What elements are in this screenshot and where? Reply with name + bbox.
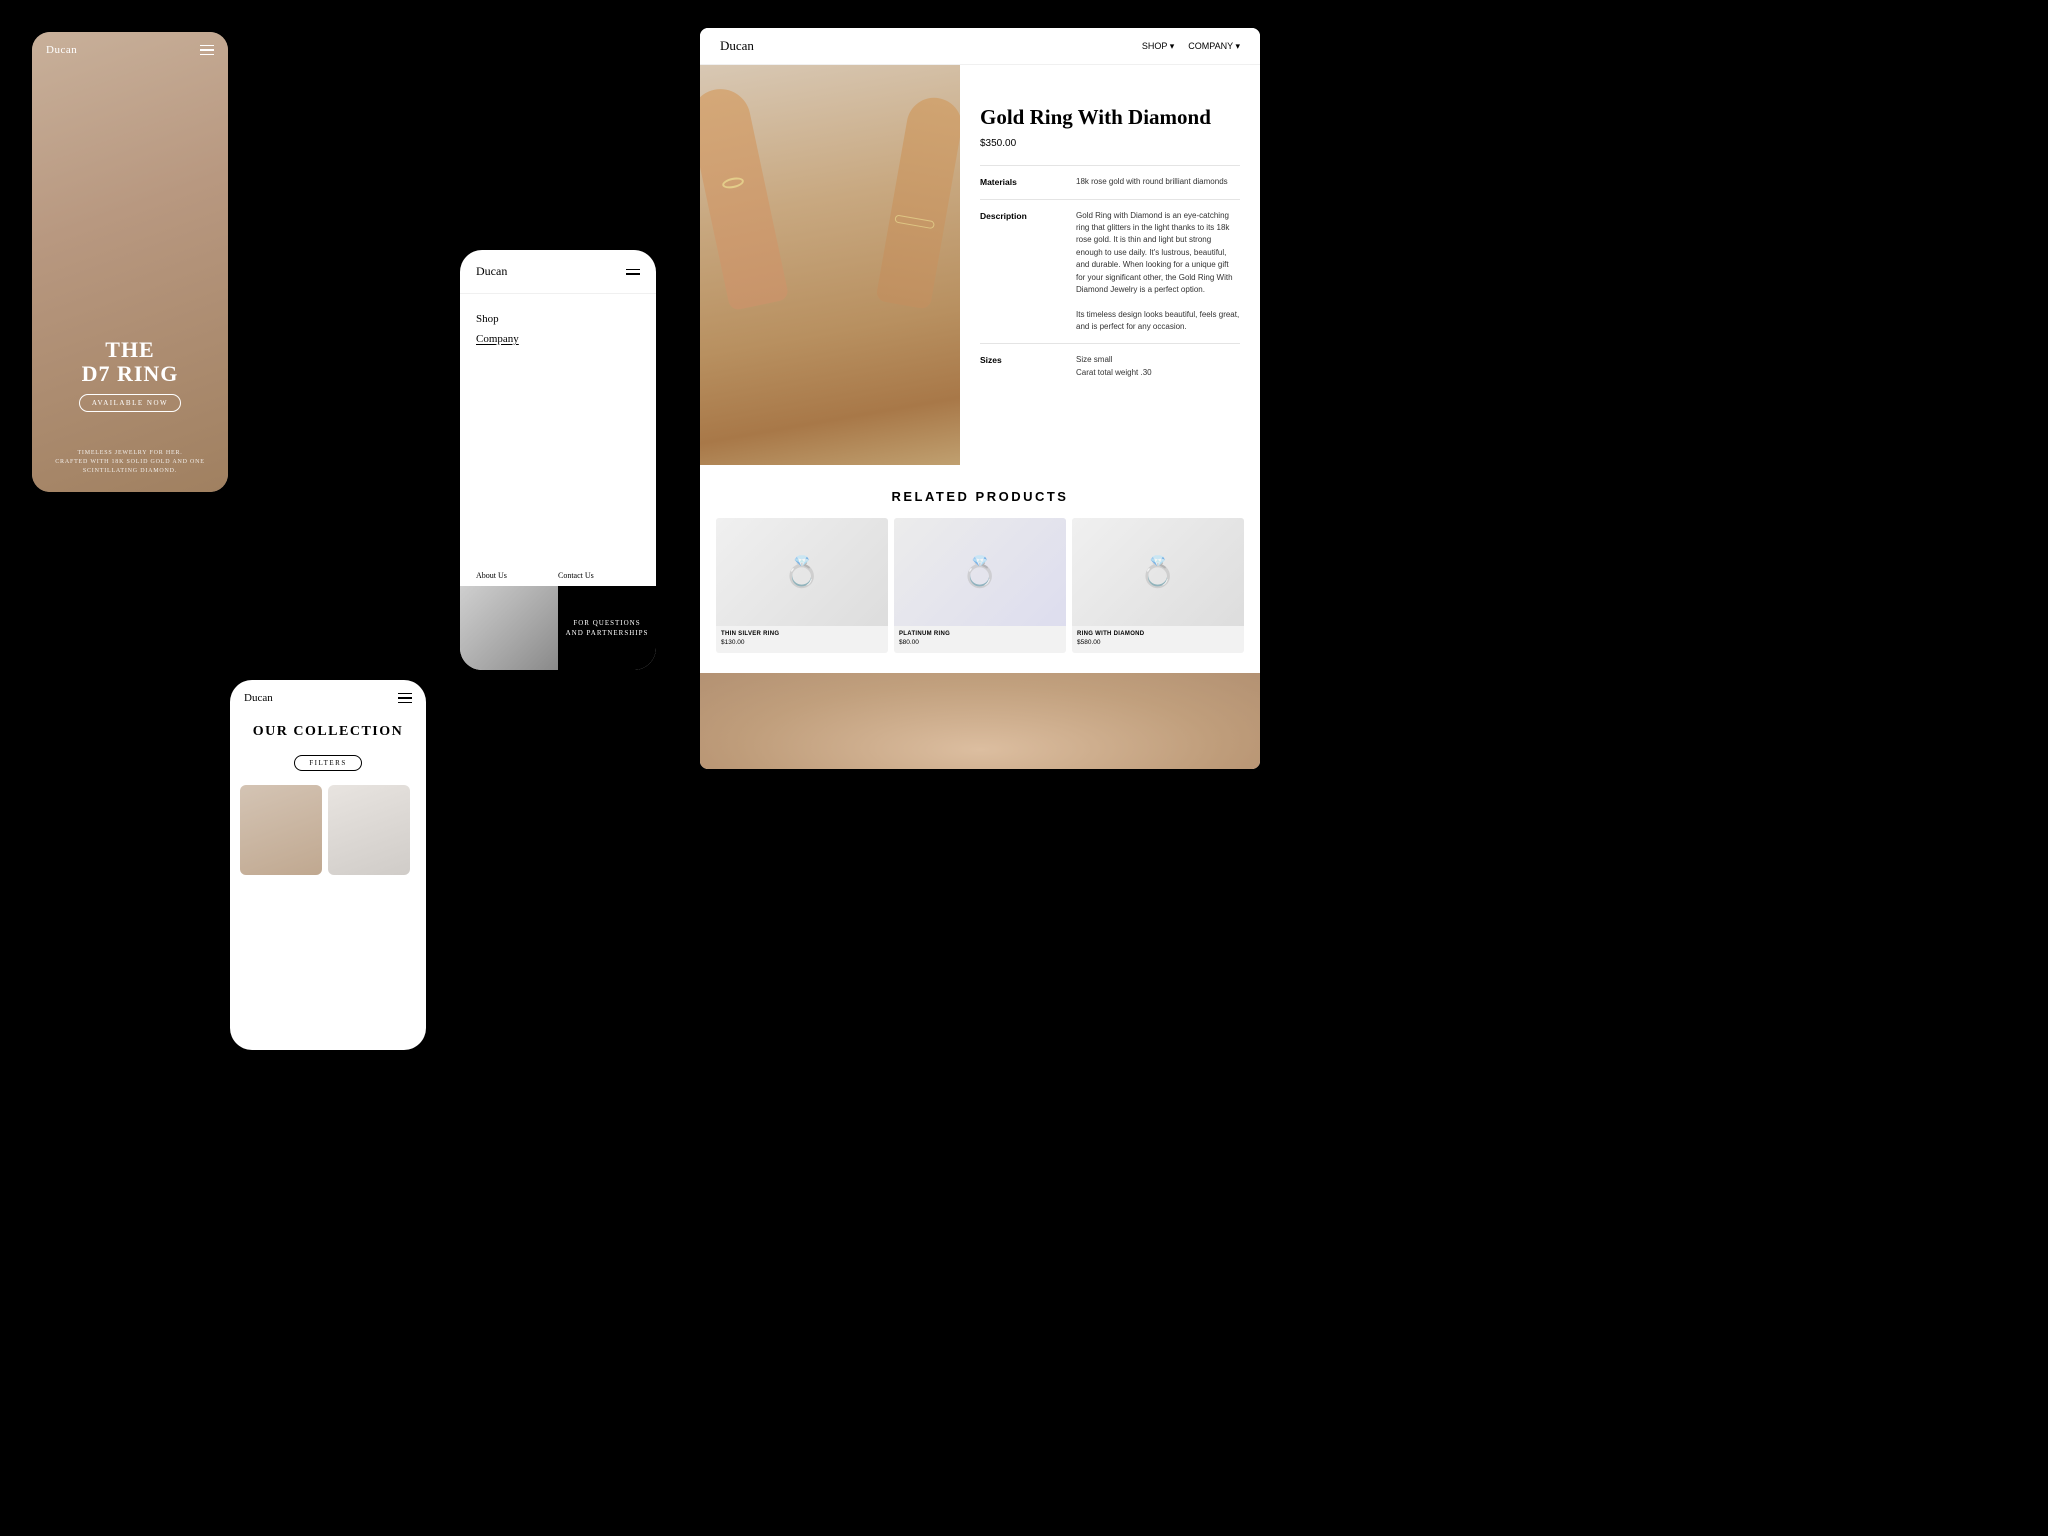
related-product-2[interactable]: 💍 PLATINUM RING $80.00 xyxy=(894,518,1066,653)
product-info-panel: Gold Ring With Diamond $350.00 Materials… xyxy=(960,65,1260,465)
nav-company[interactable]: Company xyxy=(476,330,640,350)
desktop-logo: Ducan xyxy=(720,38,754,54)
sizes-value: Size smallCarat total weight .30 xyxy=(1076,354,1152,379)
detail-row-sizes: Sizes Size smallCarat total weight .30 xyxy=(980,343,1240,389)
mobile-screen-3: Ducan OUR COLLECTION FILTERS xyxy=(230,680,426,1050)
ring-icon-1: 💍 xyxy=(783,555,820,590)
nav-shop[interactable]: Shop xyxy=(476,310,640,330)
portrait-strip xyxy=(700,673,1260,769)
ring-icon-2: 💍 xyxy=(961,555,998,590)
ring-decoration xyxy=(721,176,745,190)
collection-title: OUR COLLECTION xyxy=(230,716,426,748)
filters-button[interactable]: FILTERS xyxy=(294,755,361,771)
product-hero-image xyxy=(700,65,960,465)
ring-icon-3: 💍 xyxy=(1139,555,1176,590)
bracelet-decoration xyxy=(894,214,935,229)
products-grid xyxy=(230,775,426,875)
product-title: Gold Ring With Diamond xyxy=(980,105,1240,130)
related-product-1-price: $130.00 xyxy=(716,639,888,653)
related-product-1-image: 💍 xyxy=(716,518,888,626)
sizes-label: Sizes xyxy=(980,354,1068,379)
mobile3-logo: Ducan xyxy=(244,692,273,704)
product-item-2[interactable] xyxy=(328,785,410,875)
product-item-1[interactable] xyxy=(240,785,322,875)
hamburger-icon-2[interactable] xyxy=(626,269,640,275)
related-product-3-name: RING WITH DIAMOND xyxy=(1072,626,1244,639)
detail-row-description: Description Gold Ring with Diamond is an… xyxy=(980,199,1240,344)
nav-company-link[interactable]: COMPANY ▾ xyxy=(1188,41,1240,52)
materials-value: 18k rose gold with round brilliant diamo… xyxy=(1076,176,1228,188)
nav-links-group: SHOP ▾ COMPANY ▾ xyxy=(1142,41,1240,52)
hand-right xyxy=(875,93,960,309)
contact-image[interactable]: FOR QUESTIONSAND PARTNERSHIPS xyxy=(558,586,656,670)
related-heading: RELATED PRODUCTS xyxy=(716,489,1244,504)
detail-row-materials: Materials 18k rose gold with round brill… xyxy=(980,165,1240,198)
mobile1-footer: TIMELESS JEWELRY FOR HER.CRAFTED WITH 18… xyxy=(32,449,228,476)
available-now-button[interactable]: AVAILABLE NOW xyxy=(79,394,181,412)
about-image[interactable] xyxy=(460,586,558,670)
related-product-2-image: 💍 xyxy=(894,518,1066,626)
related-products-section: RELATED PRODUCTS 💍 THIN SILVER RING $130… xyxy=(700,465,1260,673)
hamburger-icon-3[interactable] xyxy=(398,693,412,704)
related-product-2-name: PLATINUM RING xyxy=(894,626,1066,639)
nav-shop-link[interactable]: SHOP ▾ xyxy=(1142,41,1174,52)
desktop-nav: Ducan SHOP ▾ COMPANY ▾ xyxy=(700,28,1260,65)
product-price: $350.00 xyxy=(980,138,1240,149)
product-section: Gold Ring With Diamond $350.00 Materials… xyxy=(700,65,1260,465)
related-product-3[interactable]: 💍 RING WITH DIAMOND $580.00 xyxy=(1072,518,1244,653)
contact-text: FOR QUESTIONSAND PARTNERSHIPS xyxy=(566,618,649,639)
description-value: Gold Ring with Diamond is an eye-catchin… xyxy=(1076,210,1240,334)
materials-label: Materials xyxy=(980,176,1068,188)
mobile2-nav: Shop Company xyxy=(460,294,656,350)
related-products-grid: 💍 THIN SILVER RING $130.00 💍 PLATINUM RI… xyxy=(716,518,1244,653)
product-details: Materials 18k rose gold with round brill… xyxy=(980,165,1240,389)
mobile1-logo: Ducan xyxy=(46,44,77,56)
related-product-1-name: THIN SILVER RING xyxy=(716,626,888,639)
hamburger-icon-1[interactable] xyxy=(200,45,214,56)
mobile1-title: THED7 RING xyxy=(32,338,228,386)
mobile-screen-2: Ducan Shop Company About Us Contact Us F… xyxy=(460,250,656,670)
related-product-3-price: $580.00 xyxy=(1072,639,1244,653)
about-us-label: About Us xyxy=(476,571,558,580)
related-product-2-price: $80.00 xyxy=(894,639,1066,653)
description-label: Description xyxy=(980,210,1068,334)
mobile-screen-1: Ducan THED7 RING AVAILABLE NOW TIMELESS … xyxy=(32,32,228,492)
hand-left xyxy=(700,84,789,312)
related-product-3-image: 💍 xyxy=(1072,518,1244,626)
desktop-product-page: Ducan SHOP ▾ COMPANY ▾ Gold Ring With Di… xyxy=(700,28,1260,769)
mobile2-logo: Ducan xyxy=(476,264,507,279)
contact-us-label: Contact Us xyxy=(558,571,640,580)
related-product-1[interactable]: 💍 THIN SILVER RING $130.00 xyxy=(716,518,888,653)
